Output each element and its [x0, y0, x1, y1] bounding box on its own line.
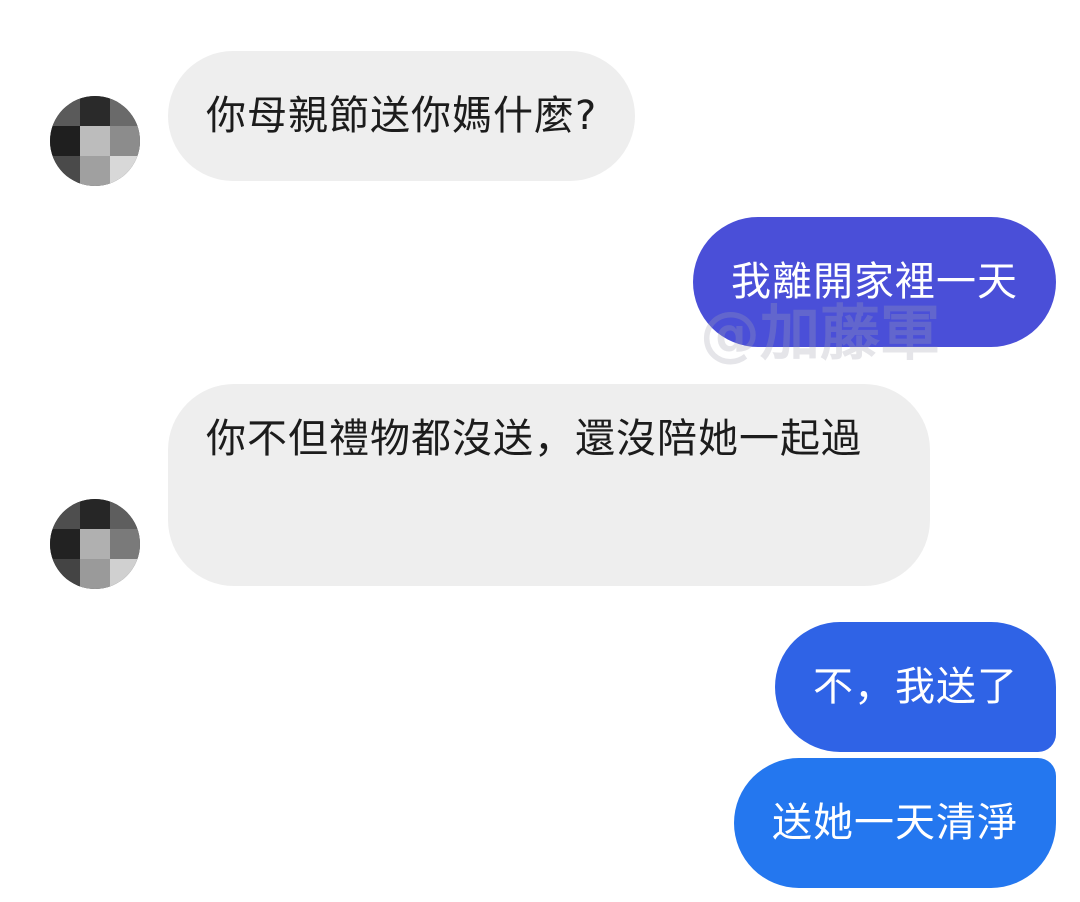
- message-bubble-outgoing[interactable]: 不，我送了: [775, 622, 1056, 752]
- message-bubble-incoming[interactable]: 你母親節送你媽什麼?: [168, 51, 636, 181]
- avatar[interactable]: [50, 96, 140, 186]
- message-text: 你母親節送你媽什麼?: [206, 93, 598, 139]
- avatar[interactable]: [50, 499, 140, 589]
- message-text: 不，我送了: [813, 664, 1018, 710]
- message-text: 你不但禮物都沒送，還沒陪她一起過: [206, 416, 862, 462]
- message-bubble-incoming[interactable]: 你不但禮物都沒送，還沒陪她一起過: [168, 384, 930, 586]
- message-bubble-outgoing[interactable]: 我離開家裡一天: [693, 217, 1056, 347]
- message-text: 我離開家裡一天: [731, 259, 1018, 305]
- message-bubble-outgoing[interactable]: 送她一天清淨: [734, 758, 1056, 888]
- message-text: 送她一天清淨: [772, 800, 1018, 846]
